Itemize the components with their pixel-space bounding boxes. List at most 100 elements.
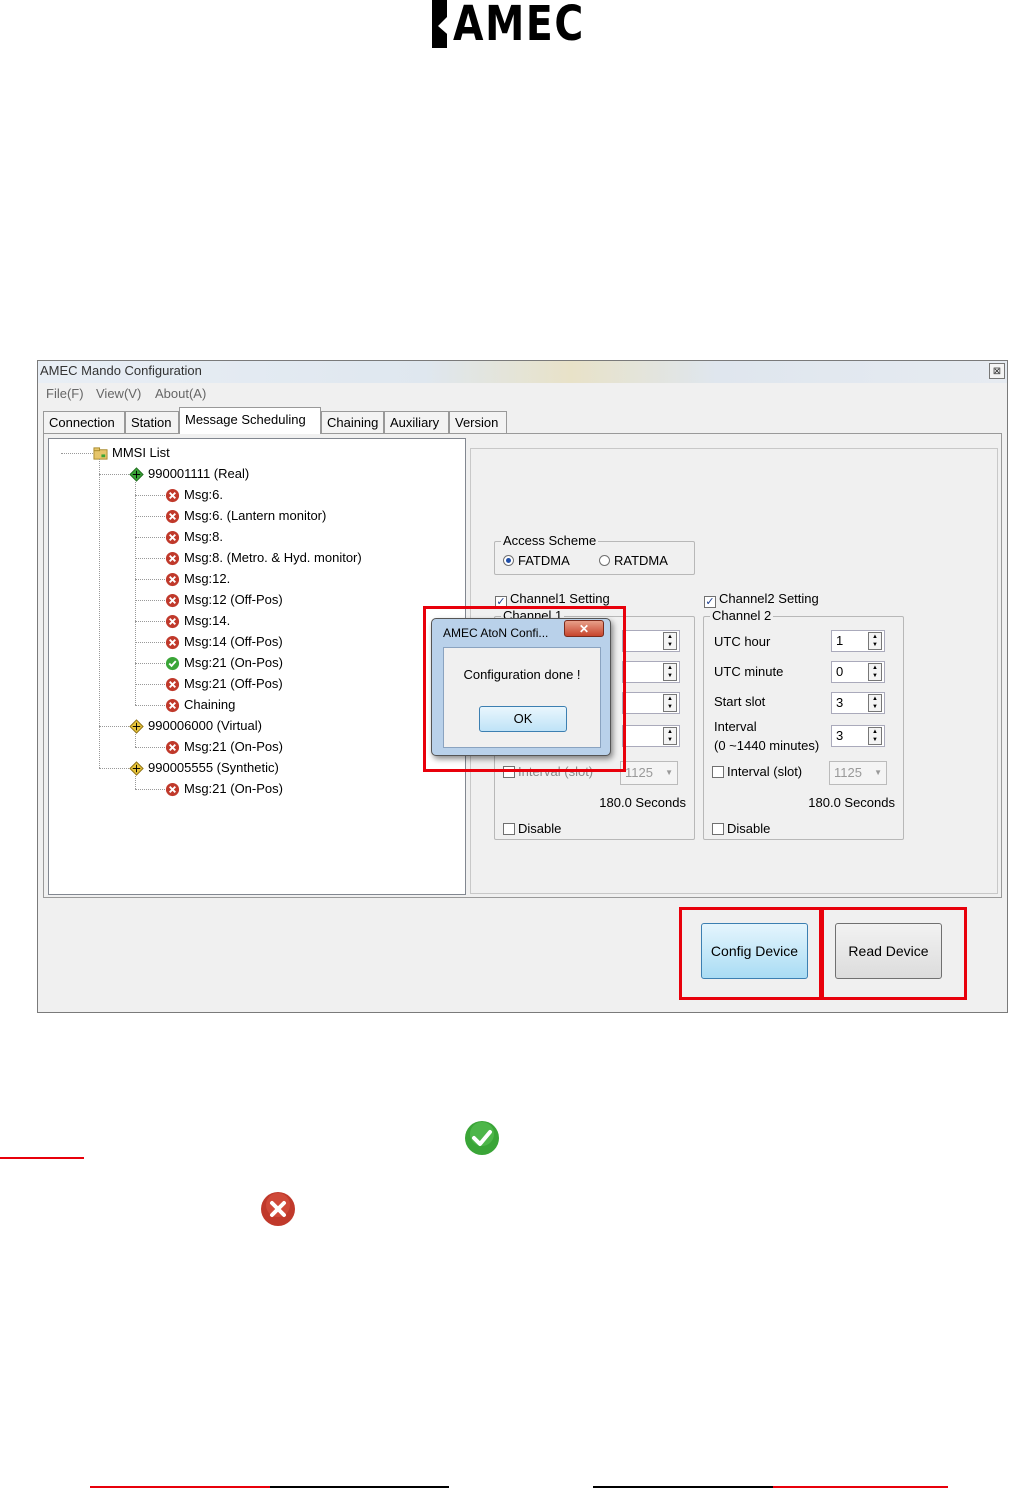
tab-auxiliary[interactable]: Auxiliary (384, 411, 449, 433)
tree-message-node[interactable]: Msg:6. (165, 485, 223, 505)
tree-root-label: MMSI List (112, 445, 170, 460)
tree-node-label: Msg:12 (Off-Pos) (184, 592, 283, 607)
channel1-start-slot-field[interactable]: ▲ ▼ (622, 692, 680, 714)
window-title: AMEC Mando Configuration (40, 363, 202, 378)
channel1-disable-checkbox[interactable]: Disable (503, 821, 561, 836)
menu-view[interactable]: View(V) (96, 386, 141, 401)
radio-fatdma[interactable]: FATDMA (503, 553, 570, 568)
tree-mmsi-node[interactable]: 990001111 (Real) (129, 464, 249, 484)
channel1-disable-box (503, 823, 515, 835)
spin-arrows-icon[interactable]: ▲ ▼ (868, 727, 882, 745)
tab-message-scheduling[interactable]: Message Scheduling (179, 407, 321, 434)
channel2-start-slot-label: Start slot (714, 694, 766, 709)
spin-arrows-icon[interactable]: ▲ ▼ (868, 632, 882, 650)
channel2-utc-hour-label: UTC hour (714, 634, 771, 649)
radio-ratdma[interactable]: RATDMA (599, 553, 668, 568)
tree-node-label: Chaining (184, 697, 236, 712)
channel2-utc-minute-field[interactable]: 0 ▲ ▼ (831, 661, 885, 683)
tree-node-label: Msg:21 (On-Pos) (184, 781, 283, 796)
tree-mmsi-node[interactable]: 990005555 (Synthetic) (129, 758, 279, 778)
channel2-setting-checkbox[interactable]: ✓ Channel2 Setting (704, 591, 819, 608)
spin-arrows-icon[interactable]: ▲ ▼ (868, 694, 882, 712)
dialog-title: AMEC AtoN Confi... (443, 626, 549, 640)
spin-arrows-icon[interactable]: ▲ ▼ (663, 663, 677, 681)
channel2-interval-value: 3 (836, 728, 844, 743)
radio-fatdma-dot (503, 555, 514, 566)
tree-message-node[interactable]: Msg:12. (165, 569, 230, 589)
green-check-icon (165, 657, 180, 671)
channel2-disable-checkbox[interactable]: Disable (712, 821, 770, 836)
tree-node-label: 990001111 (Real) (148, 466, 250, 481)
channel2-start-slot-field[interactable]: 3 ▲ ▼ (831, 692, 885, 714)
tab-station[interactable]: Station (125, 411, 179, 433)
tree-node-label: Msg:14. (184, 613, 231, 628)
channel2-disable-label: Disable (727, 821, 771, 836)
tree-node-label: Msg:21 (On-Pos) (184, 655, 283, 670)
logo-text: AMEC (453, 0, 586, 52)
tab-version[interactable]: Version (449, 411, 507, 433)
config-done-dialog: AMEC AtoN Confi... ✕ Configuration done … (431, 618, 611, 756)
red-underline (0, 1157, 84, 1159)
spin-arrows-icon[interactable]: ▲ ▼ (663, 727, 677, 745)
tree-root[interactable]: MMSI List (93, 443, 170, 463)
channel1-utc-hour-field[interactable]: ▲ ▼ (622, 630, 680, 652)
tree-node-label: Msg:14 (Off-Pos) (184, 634, 283, 649)
channel1-disable-label: Disable (518, 821, 562, 836)
red-x-icon (165, 615, 180, 629)
tree-message-node[interactable]: Msg:21 (Off-Pos) (165, 674, 283, 694)
dialog-close-button[interactable]: ✕ (564, 620, 604, 637)
red-x-icon (165, 636, 180, 650)
window-close-button[interactable]: ⊠ (989, 363, 1005, 379)
channel1-interval-slot-select[interactable]: 1125 ▼ (620, 761, 678, 785)
tree-node-label: Msg:6. (184, 487, 224, 502)
yellow-diamond-icon (129, 761, 144, 776)
channel2-interval-slot-box (712, 766, 724, 778)
spin-arrows-icon[interactable]: ▲ ▼ (663, 632, 677, 650)
channel2-utc-minute-label: UTC minute (714, 664, 784, 679)
channel1-setting-label: Channel1 Setting (510, 591, 610, 606)
spin-arrows-icon[interactable]: ▲ ▼ (663, 694, 677, 712)
footer-line-red-left (90, 1486, 270, 1488)
radio-ratdma-dot (599, 555, 610, 566)
tree-message-node[interactable]: Msg:8. (Metro. & Hyd. monitor) (165, 548, 362, 568)
channel1-interval-field[interactable]: ▲ ▼ (622, 725, 680, 747)
menu-bar: File(F) View(V) About(A) (38, 383, 1007, 403)
channel1-interval-slot-value: 1125 (625, 765, 653, 780)
channel1-utc-minute-field[interactable]: ▲ ▼ (622, 661, 680, 683)
channel2-interval-slot-label: Interval (slot) (727, 764, 803, 779)
tree-node-label: 990006000 (Virtual) (148, 718, 262, 733)
channel2-utc-hour-field[interactable]: 1 ▲ ▼ (831, 630, 885, 652)
menu-file[interactable]: File(F) (46, 386, 84, 401)
tree-message-node[interactable]: Msg:8. (165, 527, 223, 547)
channel2-interval-label: Interval (714, 719, 757, 734)
yellow-diamond-icon (129, 719, 144, 734)
red-x-icon (165, 741, 180, 755)
dialog-ok-button[interactable]: OK (479, 706, 567, 732)
tree-message-node[interactable]: Chaining (165, 695, 235, 715)
radio-ratdma-label: RATDMA (614, 553, 668, 568)
tree-message-node[interactable]: Msg:6. (Lantern monitor) (165, 506, 326, 526)
red-x-icon (165, 573, 180, 587)
channel2-interval-field[interactable]: 3 ▲ ▼ (831, 725, 885, 747)
tree-message-node[interactable]: Msg:14. (165, 611, 230, 631)
channel2-utc-minute-value: 0 (836, 664, 844, 679)
mmsi-tree[interactable]: MMSI List 990001111 (Real) Msg:6. Msg:6. (… (48, 438, 466, 895)
tree-node-label: Msg:12. (184, 571, 231, 586)
tab-connection[interactable]: Connection (43, 411, 125, 433)
spin-arrows-icon[interactable]: ▲ ▼ (868, 663, 882, 681)
tree-message-node[interactable]: Msg:21 (On-Pos) (165, 737, 283, 757)
channel2-interval-slot-checkbox[interactable]: Interval (slot) (712, 764, 802, 779)
channel1-seconds: 180.0 Seconds (599, 795, 686, 810)
tab-chaining[interactable]: Chaining (321, 411, 384, 433)
menu-about[interactable]: About(A) (155, 386, 206, 401)
read-button-highlight-box (821, 907, 967, 1000)
tree-message-node[interactable]: Msg:21 (On-Pos) (165, 653, 283, 673)
config-button-highlight-box (679, 907, 822, 1000)
tree-message-node[interactable]: Msg:14 (Off-Pos) (165, 632, 283, 652)
channel2-interval-slot-select[interactable]: 1125 ▼ (829, 761, 887, 785)
tree-message-node[interactable]: Msg:21 (On-Pos) (165, 779, 283, 799)
tree-mmsi-node[interactable]: 990006000 (Virtual) (129, 716, 262, 736)
tree-message-node[interactable]: Msg:12 (Off-Pos) (165, 590, 283, 610)
tree-node-label: Msg:8. (184, 529, 224, 544)
chevron-down-icon: ▼ (665, 768, 673, 777)
